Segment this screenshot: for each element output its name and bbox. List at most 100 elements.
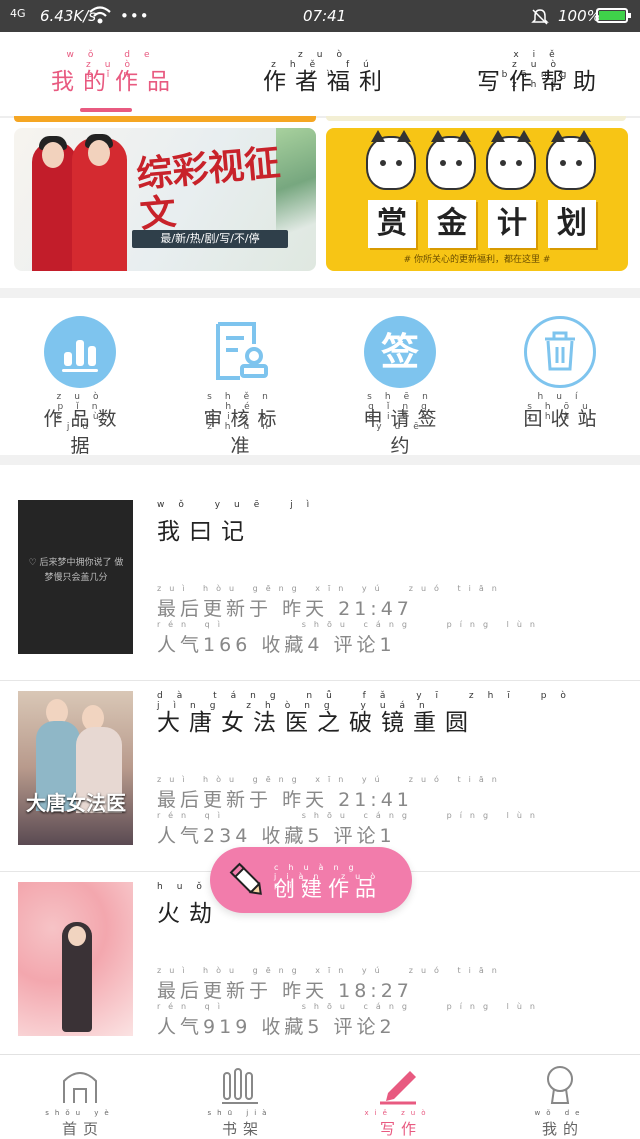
update-label-pinyin: zuì hòu gēng xīn yú [157,584,388,593]
comments-pinyin: píng lùn [446,620,543,629]
banner-contest-title: 综彩视征文 [134,141,282,236]
favorites-label: 收藏 [261,825,308,847]
tool-pinyin: zuò pǐn shù jù [56,392,112,432]
work-stats-line: rén qì shōu cáng píng lùn 人气166 收藏4 评论1 [157,620,543,657]
pencil-icon [228,861,268,905]
popularity-count: 166 [203,634,252,656]
tab-my-works[interactable]: wǒ de zuò pǐn 我的作品 [50,50,180,100]
tool-recycle-bin[interactable]: huí shōu zhàn 回收站 [510,316,610,431]
work-title: 我曰记 [157,519,253,545]
tab-writing-help[interactable]: xiě zuò bāng zhù 写作帮助 [476,50,606,100]
popularity-label: 人气 [157,634,204,656]
favorites-pinyin: shōu cáng [301,811,415,820]
comments-pinyin: píng lùn [446,1002,543,1011]
favorites-label: 收藏 [261,1016,308,1038]
banner-contest[interactable]: 综彩视征文 最/新/热/剧/写/不/停 [14,128,316,271]
nav-pinyin: shǒu yè [45,1109,115,1117]
update-time: 21:41 [338,789,413,811]
status-bar: 4G 6.43K/s ••• 07:41 100% [0,0,640,32]
tab-label: 写作帮助 [477,69,605,95]
nav-label: 我的 [541,1120,584,1138]
tool-pinyin: huí shōu zhàn [527,392,601,422]
nav-label: 首页 [61,1120,104,1138]
top-tabs: wǒ de zuò pǐn 我的作品 zuò zhě fú lì 作者福利 xi… [0,32,640,116]
work-update-line: zuì hòu gēng xīn yú zuó tiān 最后更新于 昨天 21… [157,584,505,621]
create-work-button[interactable]: chuàng jiàn zuò pǐn 创建作品 [210,847,412,913]
popularity-pinyin: rén qì [157,811,228,820]
popularity-count: 919 [203,1016,252,1038]
document-stamp-icon [204,316,276,388]
work-cover [18,882,133,1036]
work-title: 大唐女法医之破镜重圆 [157,710,477,736]
battery-percent: 100% [558,7,601,25]
popularity-label: 人气 [157,825,204,847]
nav-pinyin: wǒ de [534,1109,586,1117]
comments-label: 评论 [333,825,380,847]
sign-icon: 签 [364,316,436,388]
cat-illustration [366,130,416,190]
popularity-pinyin: rén qì [157,1002,228,1011]
update-time: 21:47 [338,598,413,620]
update-day: 昨天 [282,980,329,1002]
tab-pinyin: zuò zhě fú lì [271,50,383,80]
nav-pinyin: xiě zuò [364,1109,432,1117]
nav-bookshelf[interactable]: shū jià 书架 [200,1063,280,1139]
pen-icon [380,1071,416,1105]
cover-text: ♡ 后来梦中拥你说了 做梦慢只会盖几分 [28,558,124,583]
update-day: 昨天 [282,789,329,811]
bounty-char: 计 [488,200,536,248]
banner-peek-left [14,116,316,122]
bounty-char: 金 [428,200,476,248]
bottom-nav: shǒu yè 首页 shū jià 书架 xiě zuò 写作 wǒ de 我的 [0,1054,640,1139]
update-day: 昨天 [282,598,329,620]
fab-pinyin: chuàng jiàn zuò pǐn [274,863,386,890]
nav-label: 写作 [379,1120,422,1138]
update-day-pinyin: zuó tiān [408,966,505,975]
bounty-note: # 你所关心的更新福利，都在这里 # [403,255,551,265]
nav-home[interactable]: shǒu yè 首页 [40,1063,120,1139]
cat-illustration [426,130,476,190]
cat-illustration [486,130,536,190]
work-item[interactable]: ♡ 后来梦中拥你说了 做梦慢只会盖几分 wǒ yuē jì 我曰记 zuì hò… [0,490,640,681]
bounty-char: 赏 [368,200,416,248]
nav-writing[interactable]: xiě zuò 写作 [358,1063,438,1139]
work-cover: ♡ 后来梦中拥你说了 做梦慢只会盖几分 [18,500,133,654]
comments-label: 评论 [333,1016,380,1038]
work-title-pinyin: dà táng nǚ fǎ yī zhī pò jìng zhòng yuán [157,691,580,711]
section-divider [0,288,640,298]
more-notifications: ••• [120,7,150,25]
work-item[interactable]: 大唐女法医 dà táng nǚ fǎ yī zhī pò jìng zhòng… [0,681,640,872]
nav-label: 书架 [221,1120,264,1138]
user-icon [547,1066,573,1104]
tab-pinyin: wǒ de zuò pǐn [66,50,164,80]
tool-review-standards[interactable]: shěn hé biāo zhǔn 审核标准 [190,316,290,458]
comments-label: 评论 [333,634,380,656]
banner-bounty-plan[interactable]: 赏 金 计 划 # 你所关心的更新福利，都在这里 # [326,128,628,271]
bar-chart-icon [44,316,116,388]
favorites-count: 5 [307,1016,324,1038]
banner-contest-subtitle: 最/新/热/剧/写/不/停 [132,230,288,248]
mute-bell-icon [530,7,550,31]
nav-profile[interactable]: wǒ de 我的 [520,1063,600,1139]
bounty-char: 划 [548,200,596,248]
tab-author-benefits[interactable]: zuò zhě fú lì 作者福利 [262,50,392,100]
update-label-pinyin: zuì hòu gēng xīn yú [157,966,388,975]
tab-label: 作者福利 [263,69,391,95]
cat-illustration [546,130,596,190]
work-stats-line: rén qì shōu cáng píng lùn 人气234 收藏5 评论1 [157,811,543,848]
update-label: 最后更新于 [157,789,273,811]
update-time: 18:27 [338,980,413,1002]
update-label: 最后更新于 [157,980,273,1002]
update-day-pinyin: zuó tiān [408,775,505,784]
update-day-pinyin: zuó tiān [408,584,505,593]
work-title: 火劫 [157,901,221,927]
tool-apply-contract[interactable]: 签 shēn qǐng qiān yuē 申请签约 [350,316,450,458]
work-update-line: zuì hòu gēng xīn yú zuó tiān 最后更新于 昨天 18… [157,966,505,1003]
tool-work-data[interactable]: zuò pǐn shù jù 作品数据 [30,316,130,458]
work-stats-line: rén qì shōu cáng píng lùn 人气919 收藏5 评论2 [157,1002,543,1039]
banner-figure-head [42,142,64,168]
tool-label: 回收站 [523,408,605,430]
tool-label: 审核标准 [203,408,285,457]
active-tab-indicator [80,108,132,112]
wifi-icon [88,4,112,30]
